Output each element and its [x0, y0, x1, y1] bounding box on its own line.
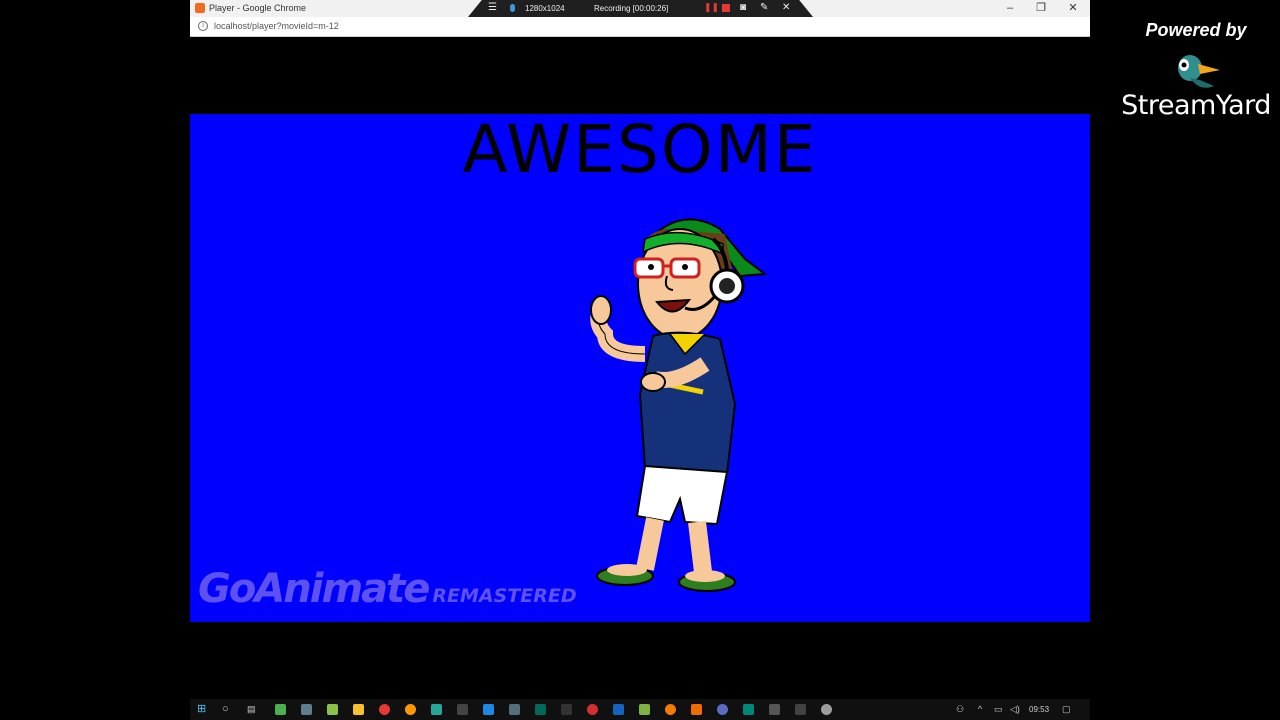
chrome-icon[interactable]	[405, 704, 416, 715]
app-icon-11[interactable]	[665, 704, 676, 715]
streamyard-logo-icon	[1178, 55, 1220, 88]
file-explorer-icon[interactable]	[353, 704, 364, 715]
restore-button[interactable]: ❐	[1026, 1, 1056, 16]
address-bar[interactable]: i localhost/player?movieId=m-12	[190, 17, 1090, 37]
video-player[interactable]: AWESOME GoAnimate REMASTERED	[190, 114, 1090, 622]
app-icon-12[interactable]	[691, 704, 702, 715]
pen-icon[interactable]: ✎	[760, 2, 768, 13]
browser-window: Player - Google Chrome ☰ 1280x1024 Recor…	[190, 0, 1090, 720]
recorder-toolbar: ☰ 1280x1024 Recording [00:00:26] ❚❚ ◙ ✎ …	[468, 0, 813, 17]
app-icon-4[interactable]	[457, 704, 468, 715]
app-icon-14[interactable]	[743, 704, 754, 715]
windows-start-icon[interactable]: ⊞	[197, 704, 206, 715]
app-icon-10[interactable]	[639, 704, 650, 715]
app-icon-7[interactable]	[535, 704, 546, 715]
app-icon-16[interactable]	[795, 704, 806, 715]
cartoon-character	[590, 218, 768, 592]
goanimate-watermark: GoAnimate REMASTERED	[198, 566, 577, 616]
title-bar: Player - Google Chrome ☰ 1280x1024 Recor…	[190, 0, 1090, 17]
taskbar: ⊞ ○ ▤ ⚇ ^ ▭ ◁) 09:53 ▢	[190, 699, 1090, 720]
scene-text: AWESOME	[462, 114, 818, 188]
app-icon-3[interactable]	[431, 704, 442, 715]
people-icon[interactable]: ⚇	[956, 704, 964, 715]
close-button[interactable]: ✕	[1058, 1, 1088, 16]
app-icon-9[interactable]	[613, 704, 624, 715]
recorder-close-icon[interactable]: ✕	[782, 2, 790, 13]
app-icon-2[interactable]	[327, 704, 338, 715]
menu-icon[interactable]: ☰	[488, 2, 497, 13]
pause-icon[interactable]: ❚❚	[704, 2, 719, 13]
volume-icon[interactable]: ◁)	[1010, 704, 1020, 715]
app-icon-8[interactable]	[561, 704, 572, 715]
app-icon-1[interactable]	[275, 704, 286, 715]
camera-icon[interactable]: ◙	[740, 2, 746, 13]
app-icon-5[interactable]	[483, 704, 494, 715]
chevron-up-icon[interactable]: ^	[978, 704, 982, 715]
recorder-icon[interactable]	[587, 704, 598, 715]
watermark-brand: GoAnimate	[198, 566, 430, 612]
recording-resolution: 1280x1024	[525, 4, 565, 13]
clock[interactable]: 09:53	[1029, 704, 1049, 715]
microphone-icon[interactable]	[510, 4, 515, 12]
info-icon[interactable]: i	[198, 21, 208, 31]
recording-status: Recording [00:00:26]	[594, 4, 669, 13]
task-view-icon[interactable]: ▤	[247, 704, 256, 715]
notification-icon[interactable]: ▢	[1062, 704, 1071, 715]
window-title: Player - Google Chrome	[209, 3, 307, 13]
cortana-icon[interactable]: ○	[222, 704, 229, 715]
watermark-sub: REMASTERED	[432, 585, 577, 607]
app-icon-17[interactable]	[821, 704, 832, 715]
app-icon-6[interactable]	[509, 704, 520, 715]
app-icon	[195, 3, 205, 13]
stop-icon[interactable]	[722, 4, 730, 12]
store-icon[interactable]	[301, 704, 312, 715]
powered-by-label: Powered by	[1145, 20, 1247, 40]
url-text[interactable]: localhost/player?movieId=m-12	[214, 21, 339, 32]
app-icon-13[interactable]	[717, 704, 728, 715]
network-icon[interactable]: ▭	[994, 704, 1003, 715]
streamyard-name: StreamYard	[1121, 90, 1271, 121]
opera-icon[interactable]	[379, 704, 390, 715]
minimize-button[interactable]: –	[995, 1, 1025, 16]
app-icon-15[interactable]	[769, 704, 780, 715]
